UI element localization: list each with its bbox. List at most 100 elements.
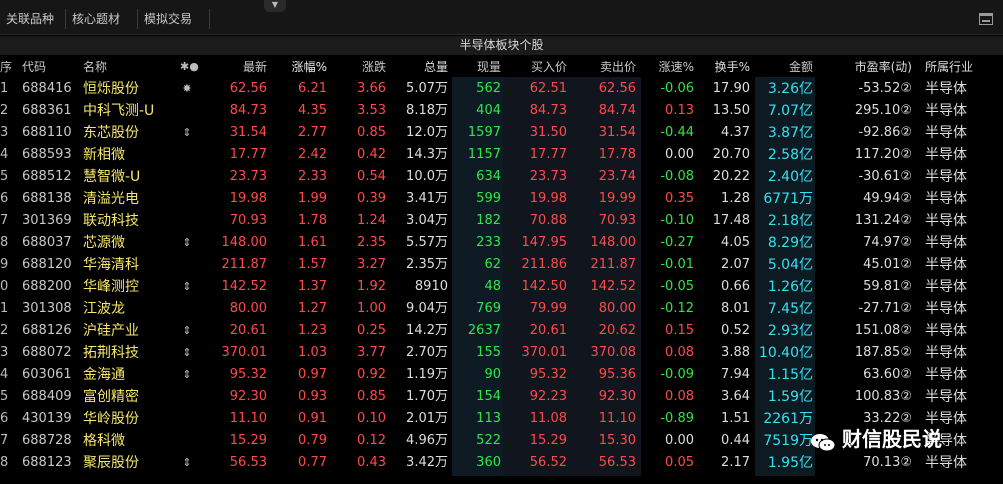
stock-name: 芯源微 bbox=[83, 235, 125, 251]
row-mark-icon bbox=[180, 408, 194, 430]
stock-name: 华海清科 bbox=[83, 257, 139, 273]
row-mark-icon: ⇕ bbox=[182, 324, 192, 337]
pe-ratio: 59.81② bbox=[863, 279, 912, 294]
speed: 0.00 bbox=[665, 433, 694, 448]
table-row[interactable]: 7 301369 联动科技 70.93 1.78 1.24 3.04万 182 70.88 70.… bbox=[0, 210, 1003, 232]
ask-price: 80.00 bbox=[598, 301, 636, 316]
table-row[interactable]: 2 688126 沪硅产业 ⇕ 20.61 1.23 0.25 14.2万 2637 20.61 2… bbox=[0, 320, 1003, 342]
stock-name: 拓荆科技 bbox=[83, 345, 139, 361]
latest-price: 15.29 bbox=[229, 433, 267, 448]
col-header-amount[interactable]: 金额 bbox=[757, 57, 813, 77]
pe-ratio: 117.20② bbox=[854, 147, 912, 162]
turnover: 0.66 bbox=[721, 279, 750, 294]
stock-code: 688037 bbox=[22, 235, 72, 250]
col-header-name[interactable]: 名称 bbox=[83, 57, 183, 77]
col-header-ask[interactable]: 卖出价 bbox=[572, 57, 636, 77]
table-row[interactable]: 9 688120 华海清科 211.87 1.57 3.27 2.35万 62 211.86 21… bbox=[0, 254, 1003, 276]
turnover: 8.01 bbox=[721, 301, 750, 316]
row-index: 8 bbox=[0, 235, 9, 250]
row-index: 5 bbox=[0, 169, 9, 184]
total-volume: 10.0万 bbox=[406, 169, 448, 184]
row-mark-icon bbox=[180, 298, 194, 320]
row-index: 4 bbox=[0, 147, 9, 162]
watermark: 财信股民说 bbox=[810, 424, 942, 454]
col-header-current-volume[interactable]: 现量 bbox=[455, 57, 501, 77]
col-header-speed[interactable]: 涨速% bbox=[640, 57, 694, 77]
table-row[interactable]: 4 603061 金海通 ⇕ 95.32 0.97 0.92 1.19万 90 95.32 95.3… bbox=[0, 364, 1003, 386]
stock-name: 新相微 bbox=[83, 147, 125, 163]
price-change: 0.42 bbox=[357, 147, 386, 162]
pe-ratio: 49.94② bbox=[863, 191, 912, 206]
bid-price: 84.73 bbox=[529, 103, 567, 118]
current-volume: 522 bbox=[476, 433, 501, 448]
table-row[interactable]: 5 688512 慧智微-U 23.73 2.33 0.54 10.0万 634 23.73 23… bbox=[0, 166, 1003, 188]
pe-ratio: -53.52② bbox=[858, 81, 912, 96]
col-header-index[interactable]: 序 bbox=[0, 57, 12, 77]
table-row[interactable]: 0 688200 华峰测控 ⇕ 142.52 1.37 1.92 8910 48 142.50 14… bbox=[0, 276, 1003, 298]
current-volume: 360 bbox=[476, 455, 501, 470]
wechat-icon bbox=[810, 431, 836, 451]
latest-price: 11.10 bbox=[229, 411, 267, 426]
row-mark-icon bbox=[180, 210, 194, 232]
bid-price: 211.86 bbox=[521, 257, 568, 272]
col-header-volume[interactable]: 总量 bbox=[393, 57, 448, 77]
row-index: 7 bbox=[0, 433, 9, 448]
industry: 半导体 bbox=[925, 169, 967, 185]
col-header-mark[interactable]: ✱● bbox=[180, 57, 199, 77]
table-row[interactable]: 8 688037 芯源微 ⇕ 148.00 1.61 2.35 5.57万 233 147.95 1… bbox=[0, 232, 1003, 254]
col-header-code[interactable]: 代码 bbox=[22, 57, 82, 77]
col-header-industry[interactable]: 所属行业 bbox=[925, 57, 1003, 77]
table-row[interactable]: 5 688409 富创精密 92.30 0.93 0.85 1.70万 154 92.23 92.… bbox=[0, 386, 1003, 408]
tab-simulated-trading[interactable]: 模拟交易 bbox=[138, 9, 210, 29]
collapse-arrow-icon[interactable]: ▼ bbox=[264, 0, 286, 12]
ask-price: 62.56 bbox=[598, 81, 636, 96]
col-header-bid[interactable]: 买入价 bbox=[505, 57, 567, 77]
stock-name: 格科微 bbox=[83, 433, 125, 449]
turnover: 3.88 bbox=[721, 345, 750, 360]
col-header-pct-change[interactable]: 涨幅% bbox=[272, 57, 327, 77]
turnover: 4.05 bbox=[721, 235, 750, 250]
amount: 5.04亿 bbox=[767, 257, 813, 273]
price-change: 0.85 bbox=[357, 125, 386, 140]
table-row[interactable]: 3 688072 拓荆科技 ⇕ 370.01 1.03 3.77 2.70万 155 370.01… bbox=[0, 342, 1003, 364]
table-row[interactable]: 3 688110 东芯股份 ⇕ 31.54 2.77 0.85 12.0万 1597 31.50 3… bbox=[0, 122, 1003, 144]
table-row[interactable]: 8 688123 聚辰股份 ⇕ 56.53 0.77 0.43 3.42万 360 56.52 56… bbox=[0, 452, 1003, 474]
row-index: 6 bbox=[0, 191, 9, 206]
turnover: 1.51 bbox=[721, 411, 750, 426]
latest-price: 142.52 bbox=[221, 279, 268, 294]
latest-price: 211.87 bbox=[221, 257, 268, 272]
turnover: 0.52 bbox=[721, 323, 750, 338]
price-change: 1.24 bbox=[357, 213, 386, 228]
table-row[interactable]: 4 688593 新相微 17.77 2.42 0.42 14.3万 1157 17.77 17.… bbox=[0, 144, 1003, 166]
latest-price: 19.98 bbox=[229, 191, 267, 206]
table-row[interactable]: 2 688361 中科飞测-U 84.73 4.35 3.53 8.18万 404 84.73 8… bbox=[0, 100, 1003, 122]
stock-name: 金海通 bbox=[83, 367, 125, 383]
stock-code: 688409 bbox=[22, 389, 72, 404]
table-row[interactable]: 6 688138 清溢光电 19.98 1.99 0.39 3.41万 599 19.98 19.… bbox=[0, 188, 1003, 210]
table-row[interactable]: 1 688416 恒烁股份 ✸ 62.56 6.21 3.66 5.07万 562 62.51 62… bbox=[0, 78, 1003, 100]
current-volume: 48 bbox=[484, 279, 501, 294]
ask-price: 370.08 bbox=[590, 345, 637, 360]
tab-related-varieties[interactable]: 关联品种 bbox=[0, 9, 66, 29]
speed: 0.15 bbox=[665, 323, 694, 338]
turnover: 13.50 bbox=[712, 103, 750, 118]
table-row[interactable]: 1 301308 江波龙 80.00 1.27 1.00 9.04万 769 79.99 80.0… bbox=[0, 298, 1003, 320]
tab-core-themes[interactable]: 核心题材 bbox=[66, 9, 138, 29]
ask-price: 142.52 bbox=[590, 279, 637, 294]
ask-price: 211.87 bbox=[590, 257, 637, 272]
col-header-pe[interactable]: 市盈率(动) bbox=[838, 57, 912, 77]
tab-bar: ▼ 关联品种 核心题材 模拟交易 bbox=[0, 0, 1003, 35]
price-change: 3.27 bbox=[357, 257, 386, 272]
col-header-turnover[interactable]: 换手% bbox=[702, 57, 750, 77]
pe-ratio: -27.71② bbox=[858, 301, 912, 316]
turnover: 3.64 bbox=[721, 389, 750, 404]
price-change: 0.85 bbox=[357, 389, 386, 404]
stock-code: 688120 bbox=[22, 257, 72, 272]
col-header-change[interactable]: 涨跌 bbox=[332, 57, 386, 77]
total-volume: 3.04万 bbox=[406, 213, 448, 228]
window-toggle-icon[interactable] bbox=[979, 13, 993, 25]
row-index: 9 bbox=[0, 257, 9, 272]
pe-ratio: 45.01② bbox=[863, 257, 912, 272]
col-header-latest[interactable]: 最新 bbox=[205, 57, 267, 77]
total-volume: 8910 bbox=[414, 279, 448, 294]
